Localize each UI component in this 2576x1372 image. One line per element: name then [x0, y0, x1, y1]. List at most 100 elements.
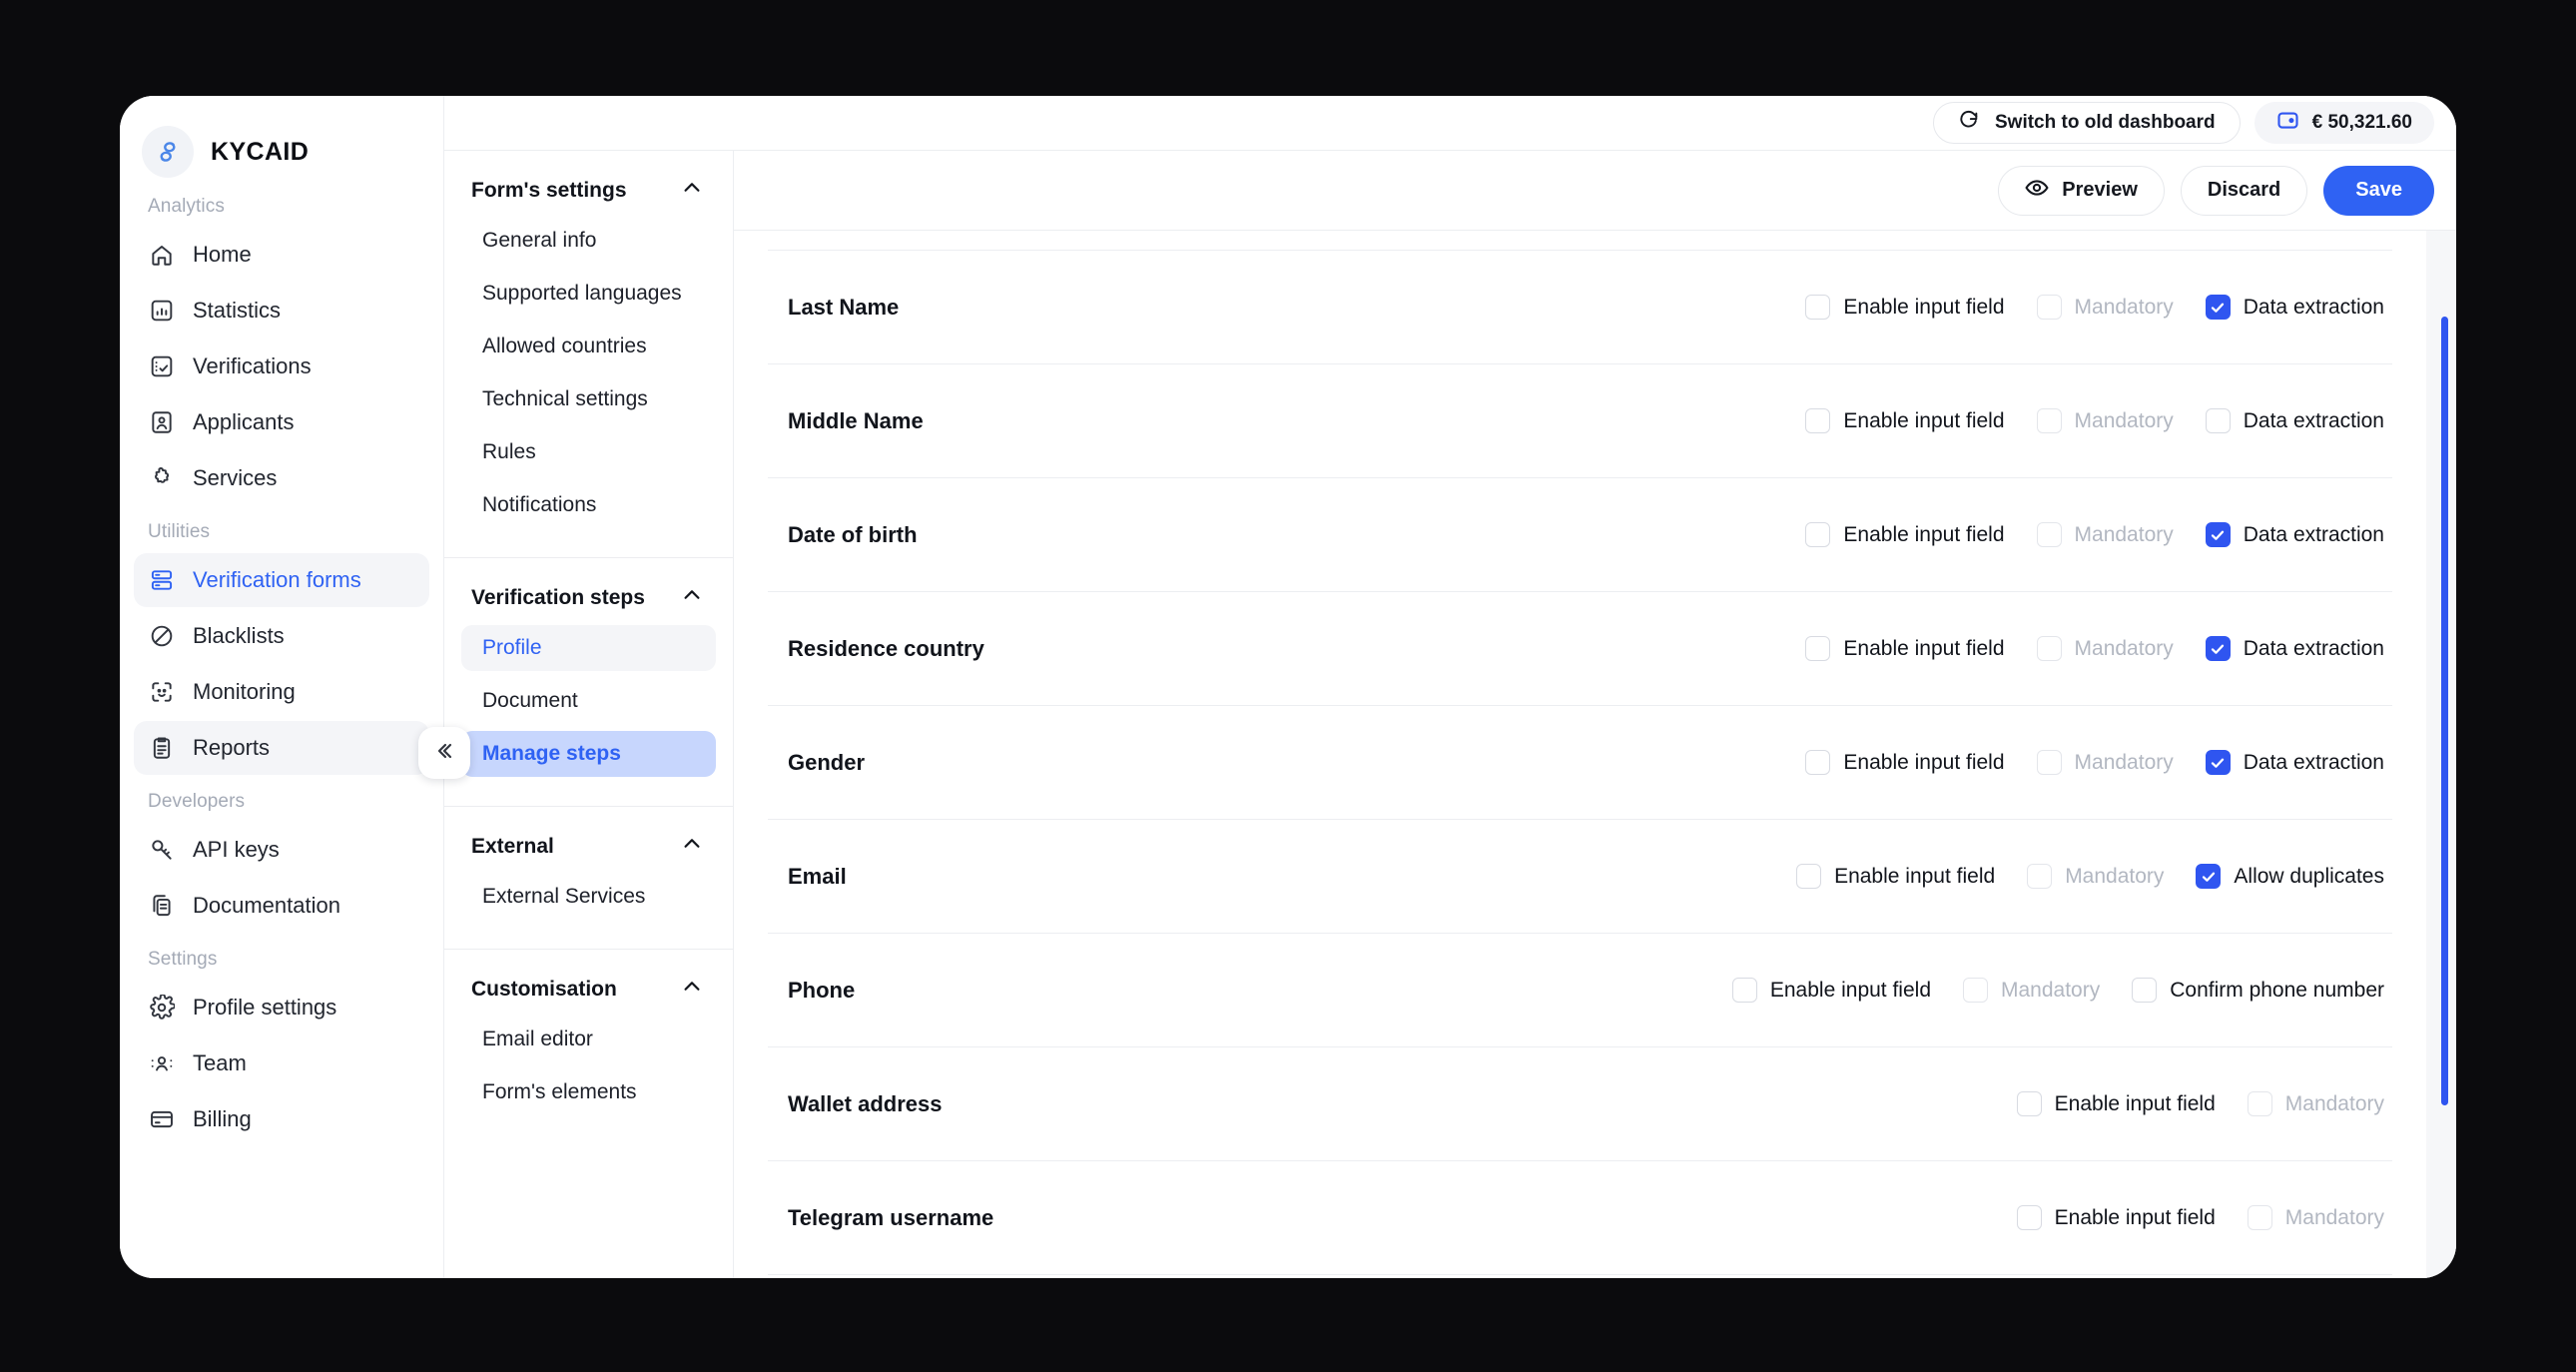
- option-mandatory[interactable]: Mandatory: [2247, 1091, 2384, 1116]
- checkbox[interactable]: [2027, 864, 2053, 889]
- checkbox[interactable]: [2205, 295, 2231, 320]
- subnav-section-header[interactable]: Customisation: [444, 970, 733, 1010]
- option-label: Data extraction: [2243, 522, 2384, 546]
- subnav-item-profile[interactable]: Profile: [461, 625, 716, 671]
- checkbox[interactable]: [2247, 1205, 2272, 1230]
- field-label: Wallet address: [788, 1090, 943, 1116]
- content-scrollbar[interactable]: [2426, 231, 2456, 1278]
- checkbox[interactable]: [2036, 636, 2062, 661]
- sidebar-item-billing[interactable]: Billing: [134, 1092, 429, 1146]
- subnav-item-allowed-countries[interactable]: Allowed countries: [461, 324, 716, 369]
- option-enable-input-field[interactable]: Enable input field: [1805, 636, 2005, 661]
- subnav-section-header[interactable]: Form's settings: [444, 171, 733, 211]
- sidebar-item-services[interactable]: Services: [134, 451, 429, 505]
- sidebar-item-monitoring[interactable]: Monitoring: [134, 665, 429, 719]
- preview-button[interactable]: Preview: [1998, 165, 2165, 216]
- option-mandatory[interactable]: Mandatory: [2247, 1205, 2384, 1230]
- sidebar-item-blacklists[interactable]: Blacklists: [134, 609, 429, 663]
- subnav-section-header[interactable]: Verification steps: [444, 578, 733, 618]
- table-row: Wallet address Enable input field Mandator…: [768, 1047, 2392, 1161]
- sidebar-item-team[interactable]: Team: [134, 1036, 429, 1090]
- subnav-item-email-editor[interactable]: Email editor: [461, 1017, 716, 1062]
- checkbox[interactable]: [1805, 522, 1831, 547]
- balance-pill[interactable]: € 50,321.60: [2254, 102, 2434, 144]
- subnav-item-document[interactable]: Document: [461, 678, 716, 724]
- option-mandatory[interactable]: Mandatory: [2027, 864, 2164, 889]
- option-mandatory[interactable]: Mandatory: [2036, 750, 2174, 775]
- checkbox[interactable]: [1805, 750, 1831, 775]
- key-icon: [148, 837, 175, 864]
- switch-to-old-dashboard-button[interactable]: Switch to old dashboard: [1933, 102, 2241, 144]
- checkbox[interactable]: [2036, 750, 2062, 775]
- subnav-item-rules[interactable]: Rules: [461, 429, 716, 475]
- checkbox[interactable]: [2036, 295, 2062, 320]
- subnav-item-supported-languages[interactable]: Supported languages: [461, 271, 716, 317]
- option-confirm-phone-number[interactable]: Confirm phone number: [2132, 978, 2384, 1003]
- checkbox[interactable]: [2016, 1205, 2042, 1230]
- subnav-section: Form's settings General info Supported lan…: [444, 151, 733, 558]
- checkbox[interactable]: [1805, 636, 1831, 661]
- option-enable-input-field[interactable]: Enable input field: [2016, 1091, 2216, 1116]
- checkbox[interactable]: [2247, 1091, 2272, 1116]
- wallet-icon: [2276, 109, 2299, 138]
- option-data-extraction[interactable]: Data extraction: [2205, 522, 2384, 547]
- brand[interactable]: KYCAID: [120, 96, 443, 182]
- subnav-item-technical-settings[interactable]: Technical settings: [461, 376, 716, 422]
- sidebar-item-documentation[interactable]: Documentation: [134, 879, 429, 933]
- checkbox[interactable]: [2016, 1091, 2042, 1116]
- option-mandatory[interactable]: Mandatory: [2036, 295, 2174, 320]
- option-data-extraction[interactable]: Data extraction: [2205, 408, 2384, 433]
- checkbox[interactable]: [1805, 295, 1831, 320]
- sidebar-item-reports[interactable]: Reports: [134, 721, 429, 775]
- option-enable-input-field[interactable]: Enable input field: [1731, 978, 1931, 1003]
- subnav-item-external-services[interactable]: External Services: [461, 874, 716, 920]
- option-mandatory[interactable]: Mandatory: [2036, 522, 2174, 547]
- field-label: Email: [788, 863, 847, 889]
- discard-button[interactable]: Discard: [2180, 165, 2308, 216]
- option-mandatory[interactable]: Mandatory: [2036, 408, 2174, 433]
- option-mandatory[interactable]: Mandatory: [2036, 636, 2174, 661]
- scrollbar-thumb[interactable]: [2441, 317, 2448, 1105]
- option-enable-input-field[interactable]: Enable input field: [1796, 864, 1995, 889]
- subnav-item-notifications[interactable]: Notifications: [461, 482, 716, 528]
- subnav-item-general-info[interactable]: General info: [461, 218, 716, 264]
- option-data-extraction[interactable]: Data extraction: [2205, 295, 2384, 320]
- checkbox[interactable]: [1731, 978, 1757, 1003]
- sidebar-item-applicants[interactable]: Applicants: [134, 395, 429, 449]
- option-data-extraction[interactable]: Data extraction: [2205, 636, 2384, 661]
- checkbox[interactable]: [1796, 864, 1822, 889]
- checkbox[interactable]: [2036, 408, 2062, 433]
- option-data-extraction[interactable]: Data extraction: [2205, 750, 2384, 775]
- checkbox[interactable]: [2036, 522, 2062, 547]
- sidebar-item-statistics[interactable]: Statistics: [134, 284, 429, 338]
- option-enable-input-field[interactable]: Enable input field: [2016, 1205, 2216, 1230]
- option-allow-duplicates[interactable]: Allow duplicates: [2196, 864, 2384, 889]
- checkbox[interactable]: [2205, 750, 2231, 775]
- option-enable-input-field[interactable]: Enable input field: [1805, 295, 2005, 320]
- checkbox[interactable]: [2132, 978, 2158, 1003]
- checkbox[interactable]: [2196, 864, 2222, 889]
- option-label: Data extraction: [2243, 636, 2384, 660]
- checkbox[interactable]: [1805, 408, 1831, 433]
- subnav-item-form-s-elements[interactable]: Form's elements: [461, 1069, 716, 1115]
- table-row: Date of birth Enable input field Mandatory…: [768, 478, 2392, 592]
- checkbox[interactable]: [1963, 978, 1988, 1003]
- balance-amount: € 50,321.60: [2311, 112, 2412, 133]
- sidebar-collapse-button[interactable]: [418, 727, 470, 779]
- checkbox[interactable]: [2205, 522, 2231, 547]
- option-mandatory[interactable]: Mandatory: [1963, 978, 2100, 1003]
- option-label: Allow duplicates: [2234, 864, 2384, 888]
- sidebar-item-verification-forms[interactable]: Verification forms: [134, 553, 429, 607]
- subnav-section-header[interactable]: External: [444, 827, 733, 867]
- option-enable-input-field[interactable]: Enable input field: [1805, 522, 2005, 547]
- sidebar-item-verifications[interactable]: Verifications: [134, 340, 429, 393]
- checkbox[interactable]: [2205, 636, 2231, 661]
- save-button[interactable]: Save: [2323, 165, 2434, 216]
- sidebar-item-profile-settings[interactable]: Profile settings: [134, 981, 429, 1034]
- sidebar-item-home[interactable]: Home: [134, 228, 429, 282]
- option-enable-input-field[interactable]: Enable input field: [1805, 408, 2005, 433]
- sidebar-item-api-keys[interactable]: API keys: [134, 823, 429, 877]
- option-enable-input-field[interactable]: Enable input field: [1805, 750, 2005, 775]
- subnav-item-manage-steps[interactable]: Manage steps: [461, 731, 716, 777]
- checkbox[interactable]: [2205, 408, 2231, 433]
